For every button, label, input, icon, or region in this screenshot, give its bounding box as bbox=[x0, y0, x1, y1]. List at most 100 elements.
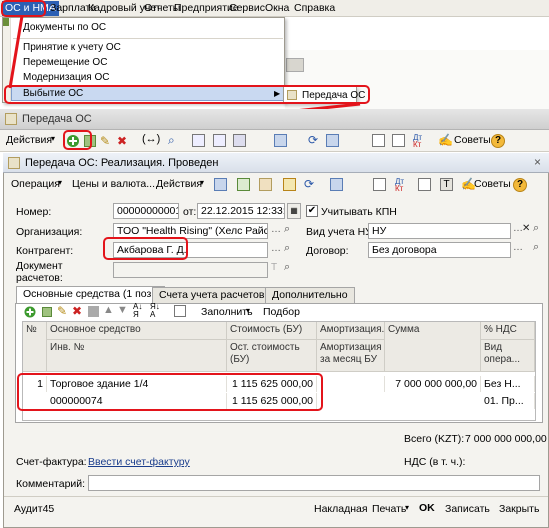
calendar-icon[interactable]: ▦ bbox=[287, 203, 301, 219]
ok-button[interactable]: OK bbox=[419, 502, 435, 519]
goto-icon[interactable] bbox=[274, 134, 287, 147]
add-icon[interactable] bbox=[24, 306, 36, 318]
col-amort-month-header[interactable]: Амортизация за месяц БУ bbox=[317, 340, 385, 372]
row-amort[interactable] bbox=[317, 376, 385, 392]
contract-field[interactable]: Без договора bbox=[368, 242, 511, 258]
col-asset-header[interactable]: Основное средство bbox=[47, 322, 227, 340]
sort-desc-icon[interactable]: Я↓ А bbox=[150, 303, 160, 319]
help-icon[interactable]: ? bbox=[513, 178, 527, 192]
sort-asc-icon[interactable]: А↓ Я bbox=[133, 303, 142, 319]
save-button[interactable]: Записать bbox=[445, 503, 490, 520]
row-vat-kind[interactable]: 01. Пр... bbox=[481, 393, 535, 409]
copy-icon[interactable] bbox=[42, 307, 52, 317]
operation-button[interactable]: Операция bbox=[11, 178, 60, 194]
form-tips-button[interactable]: Советы bbox=[474, 178, 511, 194]
structure-icon[interactable] bbox=[330, 178, 343, 191]
col-sum-header[interactable]: Сумма bbox=[385, 322, 481, 372]
unpost-icon[interactable] bbox=[259, 178, 272, 191]
down-icon[interactable]: ▼ bbox=[117, 304, 128, 316]
row-vat[interactable]: Без Н... bbox=[481, 376, 535, 392]
find-icon[interactable]: ⌕ bbox=[168, 133, 175, 148]
report-icon[interactable] bbox=[418, 178, 431, 191]
comment-label: Комментарий: bbox=[16, 478, 86, 490]
help-icon[interactable]: ? bbox=[491, 134, 505, 148]
comment-field[interactable] bbox=[88, 475, 540, 491]
edit-icon[interactable]: ✎ bbox=[100, 134, 110, 148]
open-icon[interactable]: ⌕ bbox=[533, 241, 539, 254]
document-icon bbox=[5, 113, 17, 125]
col-vat-header[interactable]: % НДС bbox=[481, 322, 535, 340]
date-field[interactable]: 22.12.2015 12:33:20 bbox=[197, 203, 285, 219]
select-button[interactable]: Подбор bbox=[263, 306, 300, 318]
document-icon bbox=[8, 157, 20, 169]
organization-label: Организация: bbox=[16, 226, 83, 238]
clear-icon[interactable]: ✕ bbox=[522, 223, 530, 234]
form-actions-button[interactable]: Действия bbox=[156, 178, 202, 194]
choice-icon[interactable]: … bbox=[513, 242, 523, 253]
refresh-icon[interactable]: ⟳ bbox=[308, 133, 318, 147]
list-icon[interactable] bbox=[372, 134, 385, 147]
list-actions-button[interactable]: Действия bbox=[6, 134, 52, 150]
col-num-header[interactable]: № bbox=[23, 322, 47, 372]
highlight-contractor bbox=[103, 237, 188, 260]
total-label: Всего (KZT): bbox=[404, 433, 465, 445]
highlight-add-button bbox=[63, 130, 92, 150]
user-label: Аудит45 bbox=[14, 503, 55, 515]
total-value: 7 000 000 000,00 bbox=[465, 433, 547, 445]
dt-kt-icon[interactable]: Дт Кт bbox=[395, 178, 404, 193]
vat-label: НДС (в т. ч.): bbox=[404, 456, 466, 468]
text-format-icon[interactable]: T bbox=[440, 178, 453, 191]
waybill-button[interactable]: Накладная bbox=[314, 503, 368, 520]
payment-doc-label-2: расчетов: bbox=[16, 272, 63, 284]
prices-currency-button[interactable]: Цены и валюта... bbox=[72, 178, 155, 194]
edit-icon[interactable]: ✎ bbox=[57, 304, 67, 318]
col-cost-header[interactable]: Стоимость (БУ) bbox=[227, 322, 317, 340]
open-icon[interactable]: ⌕ bbox=[284, 223, 290, 236]
chevron-down-icon: ▾ bbox=[200, 178, 205, 187]
tab-settlement-accounts[interactable]: Счета учета расчетов bbox=[152, 287, 272, 303]
col-amort-header[interactable]: Амортизация... bbox=[317, 322, 385, 340]
date-label: от: bbox=[183, 206, 197, 218]
list-icon[interactable] bbox=[373, 178, 386, 191]
close-button[interactable]: Закрыть bbox=[499, 503, 539, 520]
open-icon[interactable]: ⌕ bbox=[284, 242, 290, 255]
choice-icon[interactable]: … bbox=[271, 224, 281, 235]
tab-additional[interactable]: Дополнительно bbox=[265, 287, 355, 303]
grid-icon[interactable] bbox=[392, 134, 405, 147]
tips-icon[interactable]: ✍ bbox=[438, 133, 453, 147]
finish-edit-icon[interactable] bbox=[88, 306, 99, 317]
filter-off-icon[interactable] bbox=[213, 134, 226, 147]
enter-invoice-link[interactable]: Ввести счет-фактуру bbox=[88, 456, 190, 468]
delete-icon[interactable]: ✖ bbox=[72, 304, 82, 318]
up-icon[interactable]: ▲ bbox=[103, 304, 114, 316]
col-vat-kind-header[interactable]: Вид опера... bbox=[481, 340, 535, 372]
delete-icon[interactable]: ✖ bbox=[117, 134, 127, 148]
text-format-icon: T bbox=[271, 262, 278, 273]
fill-button[interactable]: Заполнить bbox=[201, 306, 253, 318]
post-icon[interactable] bbox=[237, 178, 250, 191]
list-icon[interactable] bbox=[174, 305, 186, 317]
structure-icon[interactable] bbox=[326, 134, 339, 147]
col-inv-header[interactable]: Инв. № bbox=[47, 340, 227, 372]
save-icon[interactable] bbox=[214, 178, 227, 191]
tab-fixed-assets[interactable]: Основные средства (1 поз.) bbox=[16, 286, 165, 304]
col-residual-header[interactable]: Ост. стоимость (БУ) bbox=[227, 340, 317, 372]
row-sum[interactable]: 7 000 000 000,00 bbox=[385, 376, 481, 392]
open-icon[interactable]: ⌕ bbox=[284, 261, 290, 274]
kpn-checkbox[interactable]: ✔ bbox=[306, 205, 318, 217]
tax-accounting-field[interactable]: НУ bbox=[368, 223, 511, 239]
refresh-icon[interactable]: ⟳ bbox=[304, 177, 314, 191]
number-field[interactable]: 00000000001 bbox=[113, 203, 179, 219]
close-icon[interactable]: × bbox=[534, 155, 541, 169]
open-icon[interactable]: ⌕ bbox=[533, 222, 539, 235]
filter-icon[interactable] bbox=[192, 134, 205, 147]
filter-list-icon[interactable] bbox=[233, 134, 246, 147]
based-on-icon[interactable] bbox=[283, 178, 296, 191]
dt-kt-icon[interactable]: Дт Кт bbox=[413, 134, 422, 149]
footer-divider bbox=[4, 496, 548, 497]
interval-icon[interactable]: (↔) bbox=[142, 133, 160, 145]
invoice-label: Счет-фактура: bbox=[16, 456, 87, 468]
print-button[interactable]: Печать bbox=[372, 503, 406, 520]
list-tips-button[interactable]: Советы bbox=[454, 134, 491, 150]
choice-icon[interactable]: … bbox=[271, 243, 281, 254]
